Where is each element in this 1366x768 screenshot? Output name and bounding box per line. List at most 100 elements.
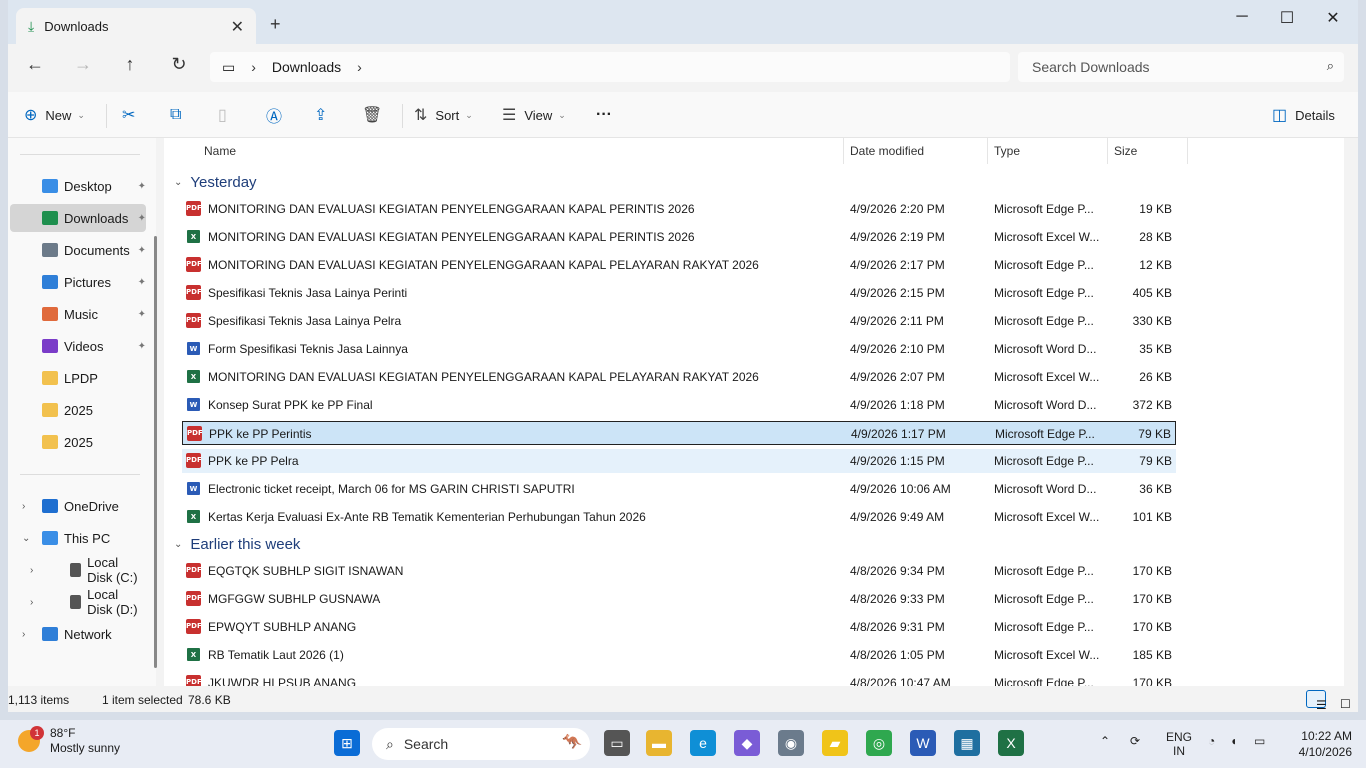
wifi-icon[interactable]: ◔ xyxy=(1208,734,1215,748)
start-button[interactable]: ⊞ xyxy=(334,730,360,756)
sidebar-scrollbar[interactable] xyxy=(154,236,157,668)
tab-downloads[interactable]: ⤓ Downloads ✕ xyxy=(16,8,256,44)
group-header[interactable]: ⌄ Yesterday xyxy=(174,170,257,194)
file-row[interactable]: PDF Spesifikasi Teknis Jasa Lainya Perint… xyxy=(182,281,1176,305)
clock[interactable]: 10:22 AM 4/10/2026 xyxy=(1299,728,1352,760)
word-icon[interactable]: W xyxy=(910,730,936,756)
sidebar-item-desktop[interactable]: Desktop ✦ xyxy=(10,172,146,200)
sync-icon[interactable]: ⟳ xyxy=(1130,734,1140,748)
column-header-type[interactable]: Type xyxy=(988,138,1106,164)
file-row[interactable]: PDF JKUWDR HLPSUB ANANG 4/8/2026 10:47 AM M… xyxy=(182,671,1176,686)
file-row[interactable]: PDF EQGTQK SUBHLP SIGIT ISNAWAN 4/8/2026 9… xyxy=(182,559,1176,583)
more-options-button[interactable]: ··· xyxy=(596,104,612,126)
file-row[interactable]: PDF EPWQYT SUBHLP ANANG 4/8/2026 9:31 PM Mi… xyxy=(182,615,1176,639)
close-tab-icon[interactable]: ✕ xyxy=(231,17,244,37)
weather-widget[interactable]: 1 88°F Mostly sunny xyxy=(18,726,120,756)
chevron-right-icon[interactable]: › xyxy=(30,597,33,608)
file-explorer-icon[interactable]: ▬ xyxy=(646,730,672,756)
volume-icon[interactable]: ◖ xyxy=(1230,734,1237,748)
column-header-name[interactable]: Name xyxy=(198,138,842,164)
file-type: Microsoft Edge P... xyxy=(995,427,1095,441)
taskview-icon[interactable]: ▭ xyxy=(604,730,630,756)
language-indicator[interactable]: ENG IN xyxy=(1166,730,1192,758)
sidebar-item-2025[interactable]: 2025 xyxy=(10,428,146,456)
file-row[interactable]: X Kertas Kerja Evaluasi Ex-Ante RB Temati… xyxy=(182,505,1176,529)
new-button[interactable]: ⊕ New ⌄ xyxy=(24,104,85,126)
details-view-button[interactable]: ☰ xyxy=(1306,690,1327,712)
chevron-up-icon[interactable]: ⌃ xyxy=(1100,734,1110,748)
file-row[interactable]: W Konsep Surat PPK ke PP Final 4/9/2026 1:… xyxy=(182,393,1176,417)
chevron-right-icon[interactable]: › xyxy=(30,565,33,576)
tab-title: Downloads xyxy=(44,18,109,34)
sidebar-item-music[interactable]: Music ✦ xyxy=(10,300,146,328)
calculator-icon[interactable]: ▦ xyxy=(954,730,980,756)
copilot-icon[interactable]: ◆ xyxy=(734,730,760,756)
copy-button[interactable]: ⧉ xyxy=(170,104,189,126)
file-row[interactable]: X RB Tematik Laut 2026 (1) 4/8/2026 1:05 P… xyxy=(182,643,1176,667)
sidebar-item-local-disk-c[interactable]: › Local Disk (C:) xyxy=(10,555,146,585)
group-header[interactable]: ⌄ Earlier this week xyxy=(174,532,300,556)
chevron-right-icon[interactable]: › xyxy=(22,629,25,640)
rename-button[interactable]: Ⓐ xyxy=(266,104,290,126)
pdf-file-icon: PDF xyxy=(186,619,202,634)
sidebar-item-onedrive[interactable]: › OneDrive xyxy=(10,492,146,520)
minimize-button[interactable]: ─ xyxy=(1227,8,1257,26)
file-row[interactable]: PDF Spesifikasi Teknis Jasa Lainya Pelra 4… xyxy=(182,309,1176,333)
back-button[interactable]: ← xyxy=(20,54,50,80)
file-row[interactable]: PDF PPK ke PP Pelra 4/9/2026 1:15 PM Micros… xyxy=(182,449,1176,473)
delete-button[interactable]: 🗑 xyxy=(362,104,390,126)
file-name: MONITORING DAN EVALUASI KEGIATAN PENYELE… xyxy=(208,202,695,216)
sidebar-item-network[interactable]: › Network xyxy=(10,620,146,648)
file-row[interactable]: X MONITORING DAN EVALUASI KEGIATAN PENYEL… xyxy=(182,225,1176,249)
file-name: JKUWDR HLPSUB ANANG xyxy=(208,676,357,686)
column-header-size[interactable]: Size xyxy=(1108,138,1186,164)
refresh-button[interactable]: ↻ xyxy=(164,54,194,80)
breadcrumb-separator[interactable]: › xyxy=(357,59,362,75)
chrome-icon[interactable]: ◎ xyxy=(866,730,892,756)
sticky-notes-icon[interactable]: ▰ xyxy=(822,730,848,756)
file-row[interactable]: PDF MONITORING DAN EVALUASI KEGIATAN PENY… xyxy=(182,253,1176,277)
share-button[interactable]: ⇪ xyxy=(314,104,335,126)
search-input[interactable]: Search Downloads ⌕ xyxy=(1018,52,1344,82)
close-window-button[interactable]: ✕ xyxy=(1318,8,1348,28)
sidebar-item-pictures[interactable]: Pictures ✦ xyxy=(10,268,146,296)
view-button[interactable]: ☰ View ⌄ xyxy=(502,104,566,126)
new-tab-button[interactable]: + xyxy=(270,14,281,35)
paste-button[interactable]: ▯ xyxy=(218,104,235,126)
sidebar-item-documents[interactable]: Documents ✦ xyxy=(10,236,146,264)
file-row[interactable]: PDF MONITORING DAN EVALUASI KEGIATAN PENY… xyxy=(182,197,1176,221)
chevron-down-icon[interactable]: ⌄ xyxy=(22,533,30,544)
chevron-down-icon[interactable]: ⌄ xyxy=(174,539,182,550)
column-header-date[interactable]: Date modified xyxy=(844,138,984,164)
battery-icon[interactable]: ▭ xyxy=(1254,734,1265,748)
cut-button[interactable]: ✂ xyxy=(122,104,143,126)
sidebar-item-videos[interactable]: Videos ✦ xyxy=(10,332,146,360)
file-row[interactable]: W Form Spesifikasi Teknis Jasa Lainnya 4/9… xyxy=(182,337,1176,361)
file-row[interactable]: PDF PPK ke PP Perintis 4/9/2026 1:17 PM Mic… xyxy=(182,421,1176,445)
maximize-button[interactable]: ☐ xyxy=(1272,8,1302,28)
breadcrumb-separator[interactable]: › xyxy=(251,59,256,75)
file-row[interactable]: PDF MGFGGW SUBHLP GUSNAWA 4/8/2026 9:33 PM… xyxy=(182,587,1176,611)
breadcrumb-downloads[interactable]: Downloads xyxy=(272,59,341,75)
details-pane-button[interactable]: ◫ Details xyxy=(1272,104,1335,126)
file-row[interactable]: W Electronic ticket receipt, March 06 for… xyxy=(182,477,1176,501)
sidebar-item-lpdp[interactable]: LPDP xyxy=(10,364,146,392)
sidebar-item-local-disk-d[interactable]: › Local Disk (D:) xyxy=(10,587,146,617)
taskbar-search[interactable]: ⌕ Search 🦘 xyxy=(372,728,590,760)
sidebar-item-downloads[interactable]: Downloads ✦ xyxy=(10,204,146,232)
address-bar[interactable]: ▭ › Downloads › xyxy=(210,52,1010,82)
sort-button[interactable]: ⇅ Sort ⌄ xyxy=(414,104,473,126)
excel-icon[interactable]: X xyxy=(998,730,1024,756)
up-button[interactable]: ↑ xyxy=(115,54,145,80)
sidebar-item-this-pc[interactable]: ⌄ This PC xyxy=(10,524,146,552)
tiles-view-button[interactable]: ☐ xyxy=(1330,690,1351,711)
chevron-right-icon[interactable]: › xyxy=(22,501,25,512)
camera-icon[interactable]: ◉ xyxy=(778,730,804,756)
forward-button[interactable]: → xyxy=(68,54,98,80)
edge-icon[interactable]: e xyxy=(690,730,716,756)
file-row[interactable]: X MONITORING DAN EVALUASI KEGIATAN PENYEL… xyxy=(182,365,1176,389)
sidebar-item-2025[interactable]: 2025 xyxy=(10,396,146,424)
file-name: Spesifikasi Teknis Jasa Lainya Perinti xyxy=(208,286,408,300)
chevron-down-icon[interactable]: ⌄ xyxy=(174,177,182,188)
divider xyxy=(20,154,140,155)
